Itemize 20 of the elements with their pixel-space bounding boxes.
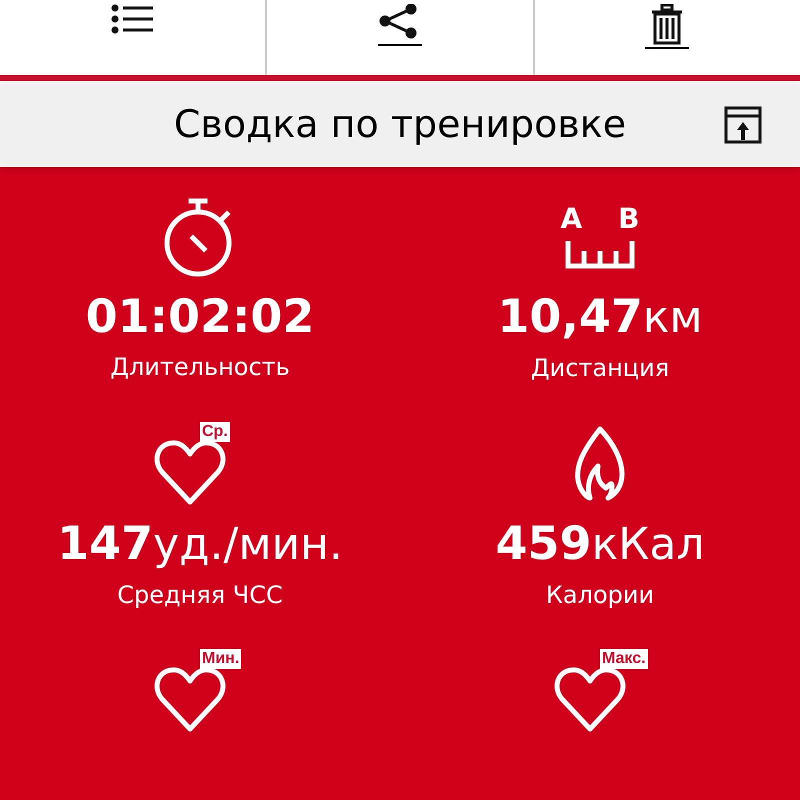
heart-badge: Мин.	[200, 649, 242, 669]
stat-label: Дистанция	[530, 353, 670, 384]
stat-value: 459кКал	[496, 520, 704, 567]
stat-label: Средняя ЧСС	[117, 580, 283, 611]
share-icon[interactable]	[376, 4, 423, 46]
point-label: A	[560, 205, 582, 233]
point-label: B	[618, 205, 640, 233]
heart-badge: Макс.	[600, 649, 648, 669]
stat-label: Длительность	[110, 352, 290, 383]
ruler-icon	[564, 239, 635, 269]
screen-title: Сводка по тренировке	[174, 100, 626, 148]
stat-value: 10,47км	[497, 293, 703, 340]
heart-badge: Ср.	[200, 422, 230, 442]
menu-icon[interactable]	[110, 4, 155, 34]
stat-value: 01:02:02	[86, 293, 314, 339]
export-icon[interactable]	[724, 106, 762, 144]
flame-icon	[574, 426, 626, 502]
stat-label: Калории	[546, 580, 654, 611]
stat-value: 147уд./мин.	[57, 520, 343, 567]
trash-icon[interactable]	[644, 4, 690, 50]
